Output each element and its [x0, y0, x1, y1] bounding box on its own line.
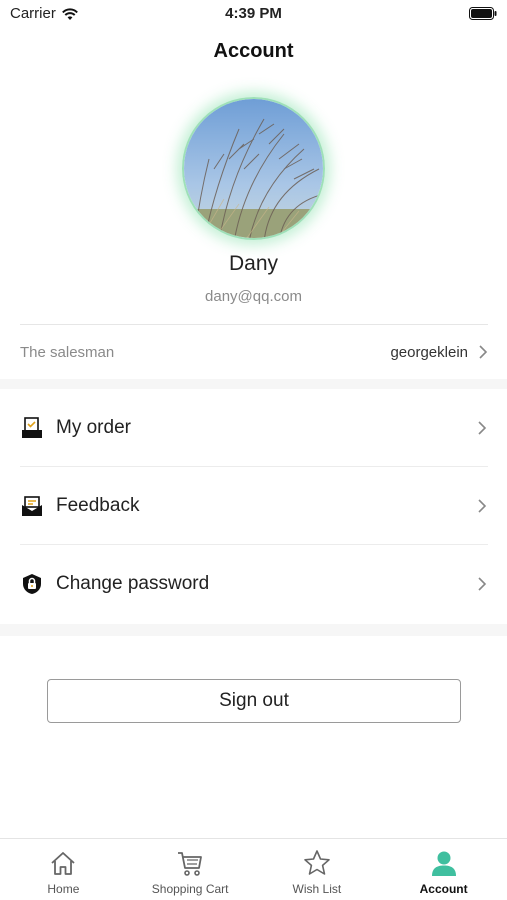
status-bar: Carrier 4:39 PM [0, 0, 507, 28]
tab-label: Wish List [292, 882, 342, 896]
star-icon [304, 850, 330, 875]
user-email: dany@qq.com [205, 288, 302, 305]
avatar[interactable] [182, 97, 325, 240]
feedback-icon [20, 494, 44, 518]
battery-icon [469, 7, 497, 20]
salesman-row[interactable]: The salesman georgeklein [20, 325, 488, 379]
tab-account[interactable]: Account [380, 839, 507, 900]
section-gap [0, 624, 507, 636]
menu-item-label: My order [56, 417, 131, 438]
menu-item-change-password[interactable]: Change password [0, 545, 507, 623]
salesman-label: The salesman [20, 343, 115, 361]
avatar-image [184, 99, 323, 238]
home-icon [51, 852, 75, 875]
tab-home[interactable]: Home [0, 839, 127, 900]
tab-label: Account [419, 882, 468, 896]
chevron-right-icon [479, 345, 488, 359]
person-icon [431, 851, 456, 876]
chevron-right-icon [478, 577, 487, 591]
chevron-right-icon [478, 421, 487, 435]
tab-bar: Home Shopping Cart Wish List Account [0, 838, 507, 900]
menu-item-label: Change password [56, 573, 210, 594]
page-title: Account [213, 40, 294, 62]
user-name: Dany [228, 252, 279, 275]
account-menu: My order Feedback Change password [0, 389, 507, 623]
menu-item-feedback[interactable]: Feedback [0, 467, 507, 545]
tab-wish-list[interactable]: Wish List [254, 839, 381, 900]
menu-item-label: Feedback [56, 495, 140, 516]
chevron-right-icon [478, 499, 487, 513]
section-gap [0, 379, 507, 389]
order-icon [20, 416, 44, 440]
tab-shopping-cart[interactable]: Shopping Cart [127, 839, 254, 900]
tab-label: Home [47, 882, 80, 896]
tab-label: Shopping Cart [151, 882, 229, 896]
cart-icon [178, 852, 203, 876]
salesman-value: georgeklein [390, 343, 468, 361]
lock-icon [20, 572, 44, 596]
clock: 4:39 PM [225, 5, 282, 22]
sign-out-button[interactable]: Sign out [47, 679, 461, 723]
menu-item-my-order[interactable]: My order [0, 389, 507, 467]
